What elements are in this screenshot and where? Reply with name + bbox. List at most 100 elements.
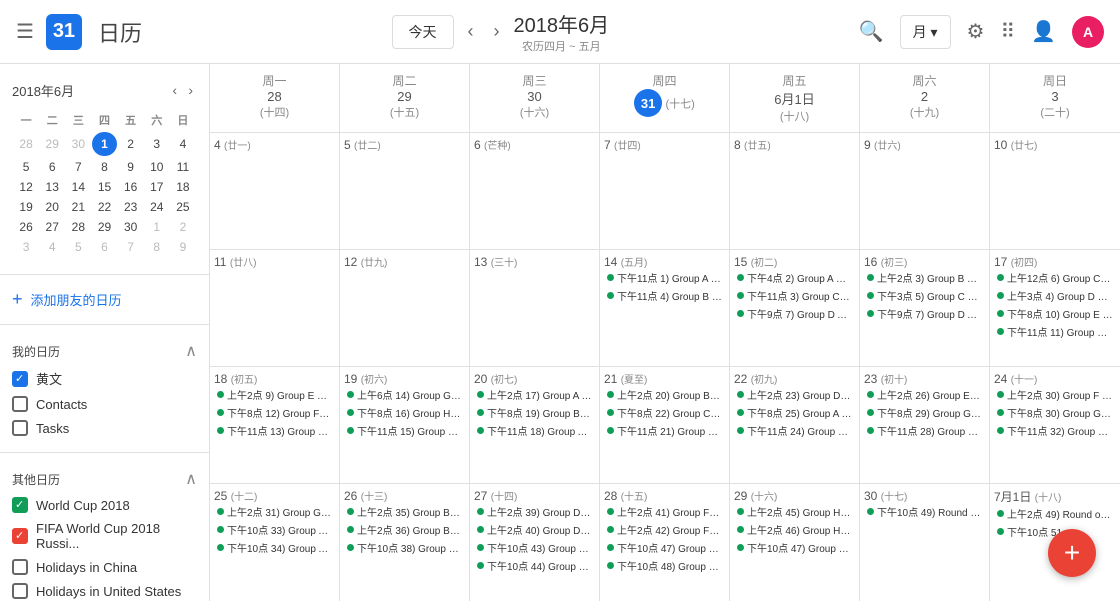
cal-event[interactable]: 上午2点 41) Group F Serb — [604, 503, 725, 520]
mini-cal-prev[interactable]: ‹ — [168, 80, 181, 100]
cal-day-cell[interactable]: 17 (初四)上午12点 6) Group C Per上午3点 4) Group… — [990, 250, 1120, 366]
mini-day[interactable]: 27 — [40, 218, 64, 236]
grid-icon[interactable]: ⠿ — [1000, 19, 1015, 44]
cal-day-cell[interactable]: 25 (十二)上午2点 31) Group G Pol下午10点 33) Gro… — [210, 484, 340, 601]
mini-day[interactable]: 6 — [92, 238, 116, 256]
mini-day[interactable]: 5 — [14, 158, 38, 176]
mini-day[interactable]: 9 — [171, 238, 195, 256]
cal-event[interactable]: 下午8点 29) Group G Belg — [864, 404, 985, 421]
cal-event[interactable]: 下午10点 38) Group C Au — [344, 539, 465, 556]
checkbox-huangwen[interactable] — [12, 371, 28, 387]
checkbox-contacts[interactable] — [12, 396, 28, 412]
avatar[interactable]: A — [1072, 16, 1104, 48]
sidebar-item-fifa[interactable]: FIFA World Cup 2018 Russi... — [12, 517, 197, 555]
mini-day[interactable]: 2 — [119, 132, 143, 156]
cal-event[interactable]: 上午2点 30) Group F Gerr — [994, 386, 1116, 403]
mini-day[interactable]: 11 — [171, 158, 195, 176]
menu-icon[interactable]: ☰ — [16, 19, 34, 44]
cal-day-cell[interactable]: 24 (十一)上午2点 30) Group F Gerr下午8点 30) Gro… — [990, 367, 1120, 483]
cal-day-cell[interactable]: 7 (廿四) — [600, 133, 730, 249]
mini-day[interactable]: 4 — [171, 132, 195, 156]
mini-day[interactable]: 12 — [14, 178, 38, 196]
cal-day-cell[interactable]: 11 (廿八) — [210, 250, 340, 366]
mini-cal-next[interactable]: › — [184, 80, 197, 100]
mini-day[interactable]: 15 — [92, 178, 116, 196]
mini-day[interactable]: 7 — [119, 238, 143, 256]
mini-day[interactable]: 8 — [145, 238, 169, 256]
cal-event[interactable]: 上午2点 46) Group H Pan — [734, 521, 855, 538]
mini-day[interactable]: 8 — [92, 158, 116, 176]
cal-event[interactable]: 下午3点 5) Group C Franc — [864, 287, 985, 304]
cal-day-cell[interactable]: 14 (五月)下午11点 1) Group A Rus下午11点 4) Grou… — [600, 250, 730, 366]
cal-event[interactable]: 下午10点 44) Group E Me — [474, 557, 595, 574]
cal-event[interactable]: 下午9点 7) Group D Arge — [734, 305, 855, 322]
cal-day-cell[interactable]: 12 (廿九) — [340, 250, 470, 366]
cal-event[interactable]: 下午8点 10) Group E Cos — [994, 305, 1116, 322]
sidebar-item-us-holidays[interactable]: Holidays in United States — [12, 579, 197, 601]
cal-event[interactable]: 下午8点 19) Group B Por — [474, 404, 595, 421]
cal-day-cell[interactable]: 6 (芒种) — [470, 133, 600, 249]
checkbox-china[interactable] — [12, 559, 28, 575]
cal-day-cell[interactable]: 4 (廿一) — [210, 133, 340, 249]
account-icon[interactable]: 👤 — [1031, 19, 1056, 44]
mini-day[interactable]: 26 — [14, 218, 38, 236]
mini-day[interactable]: 28 — [14, 132, 38, 156]
checkbox-us[interactable] — [12, 583, 28, 599]
cal-day-cell[interactable]: 19 (初六)上午6点 14) Group G Tun下午8点 16) Grou… — [340, 367, 470, 483]
mini-day[interactable]: 30 — [119, 218, 143, 236]
cal-event[interactable]: 上午2点 17) Group A Rus — [474, 386, 595, 403]
mini-day[interactable]: 18 — [171, 178, 195, 196]
mini-day[interactable]: 7 — [66, 158, 90, 176]
cal-day-cell[interactable]: 20 (初七)上午2点 17) Group A Rus下午8点 19) Grou… — [470, 367, 600, 483]
cal-event[interactable]: 下午11点 18) Group A Uni — [474, 422, 595, 439]
cal-day-cell[interactable]: 15 (初二)下午4点 2) Group A Egypt下午11点 3) Gro… — [730, 250, 860, 366]
checkbox-fifa[interactable] — [12, 528, 28, 544]
cal-event[interactable]: 上午2点 35) Group B Iran — [344, 503, 465, 520]
mini-day[interactable]: 1 — [145, 218, 169, 236]
cal-event[interactable]: 下午11点 3) Group C Fra — [734, 287, 855, 304]
sidebar-item-worldcup[interactable]: World Cup 2018 — [12, 493, 197, 517]
cal-event[interactable]: 下午10点 47) Group G Ja — [734, 539, 855, 556]
cal-day-cell[interactable]: 21 (夏至)上午2点 20) Group B Iran下午8点 22) Gro… — [600, 367, 730, 483]
cal-event[interactable]: 上午2点 3) Group B Portu — [864, 269, 985, 286]
cal-event[interactable]: 下午10点 43) Group E So — [474, 539, 595, 556]
mini-day[interactable]: 6 — [40, 158, 64, 176]
search-icon[interactable]: 🔍 — [859, 19, 884, 44]
cal-event[interactable]: 下午11点 32) Group H Ja — [994, 422, 1116, 439]
settings-icon[interactable]: ⚙ — [967, 19, 985, 44]
mini-day[interactable]: 5 — [66, 238, 90, 256]
next-button[interactable]: › — [488, 17, 506, 46]
cal-event[interactable]: 下午10点 47) Group G Ja — [604, 539, 725, 556]
mini-day[interactable]: 17 — [145, 178, 169, 196]
my-calendar-header[interactable]: 我的日历 ∧ — [12, 337, 197, 365]
cal-event[interactable]: 下午8点 30) Group G Eng — [994, 404, 1116, 421]
cal-event[interactable]: 下午11点 13) Group G Be — [214, 422, 335, 439]
cal-day-cell[interactable]: 8 (廿五) — [730, 133, 860, 249]
mini-day[interactable]: 22 — [92, 198, 116, 216]
cal-event[interactable]: 下午10点 33) Group A Un — [214, 521, 335, 538]
cal-event[interactable]: 下午11点 15) Group H Po — [344, 422, 465, 439]
prev-button[interactable]: ‹ — [462, 17, 480, 46]
cal-event[interactable]: 下午8点 22) Group C Den — [604, 404, 725, 421]
mini-day[interactable]: 2 — [171, 218, 195, 236]
sidebar-item-china-holidays[interactable]: Holidays in China — [12, 555, 197, 579]
cal-event[interactable]: 上午2点 26) Group E Serb — [864, 386, 985, 403]
mini-day[interactable]: 21 — [66, 198, 90, 216]
cal-event[interactable]: 上午2点 36) Group B Spa — [344, 521, 465, 538]
sidebar-item-huangwen[interactable]: 黄文 — [12, 365, 197, 392]
mini-day[interactable]: 14 — [66, 178, 90, 196]
cal-day-cell[interactable]: 16 (初三)上午2点 3) Group B Portu下午3点 5) Grou… — [860, 250, 990, 366]
cal-event[interactable]: 上午3点 4) Group D Croat — [994, 287, 1116, 304]
cal-event[interactable]: 下午11点 4) Group B Mor — [604, 287, 725, 304]
mini-day[interactable]: 3 — [145, 132, 169, 156]
view-button[interactable]: 月 ▾ — [900, 15, 951, 49]
checkbox-tasks[interactable] — [12, 420, 28, 436]
mini-day[interactable]: 29 — [40, 132, 64, 156]
cal-event[interactable]: 下午9点 7) Group D Arge — [864, 305, 985, 322]
mini-day[interactable]: 23 — [119, 198, 143, 216]
cal-event[interactable]: 下午11点 11) Group F Ge — [994, 323, 1116, 340]
mini-day[interactable]: 19 — [14, 198, 38, 216]
cal-day-cell[interactable]: 18 (初五)上午2点 9) Group E Brazi下午8点 12) Gro… — [210, 367, 340, 483]
checkbox-worldcup[interactable] — [12, 497, 28, 513]
cal-day-cell[interactable]: 22 (初九)上午2点 23) Group D Arge下午8点 25) Gro… — [730, 367, 860, 483]
